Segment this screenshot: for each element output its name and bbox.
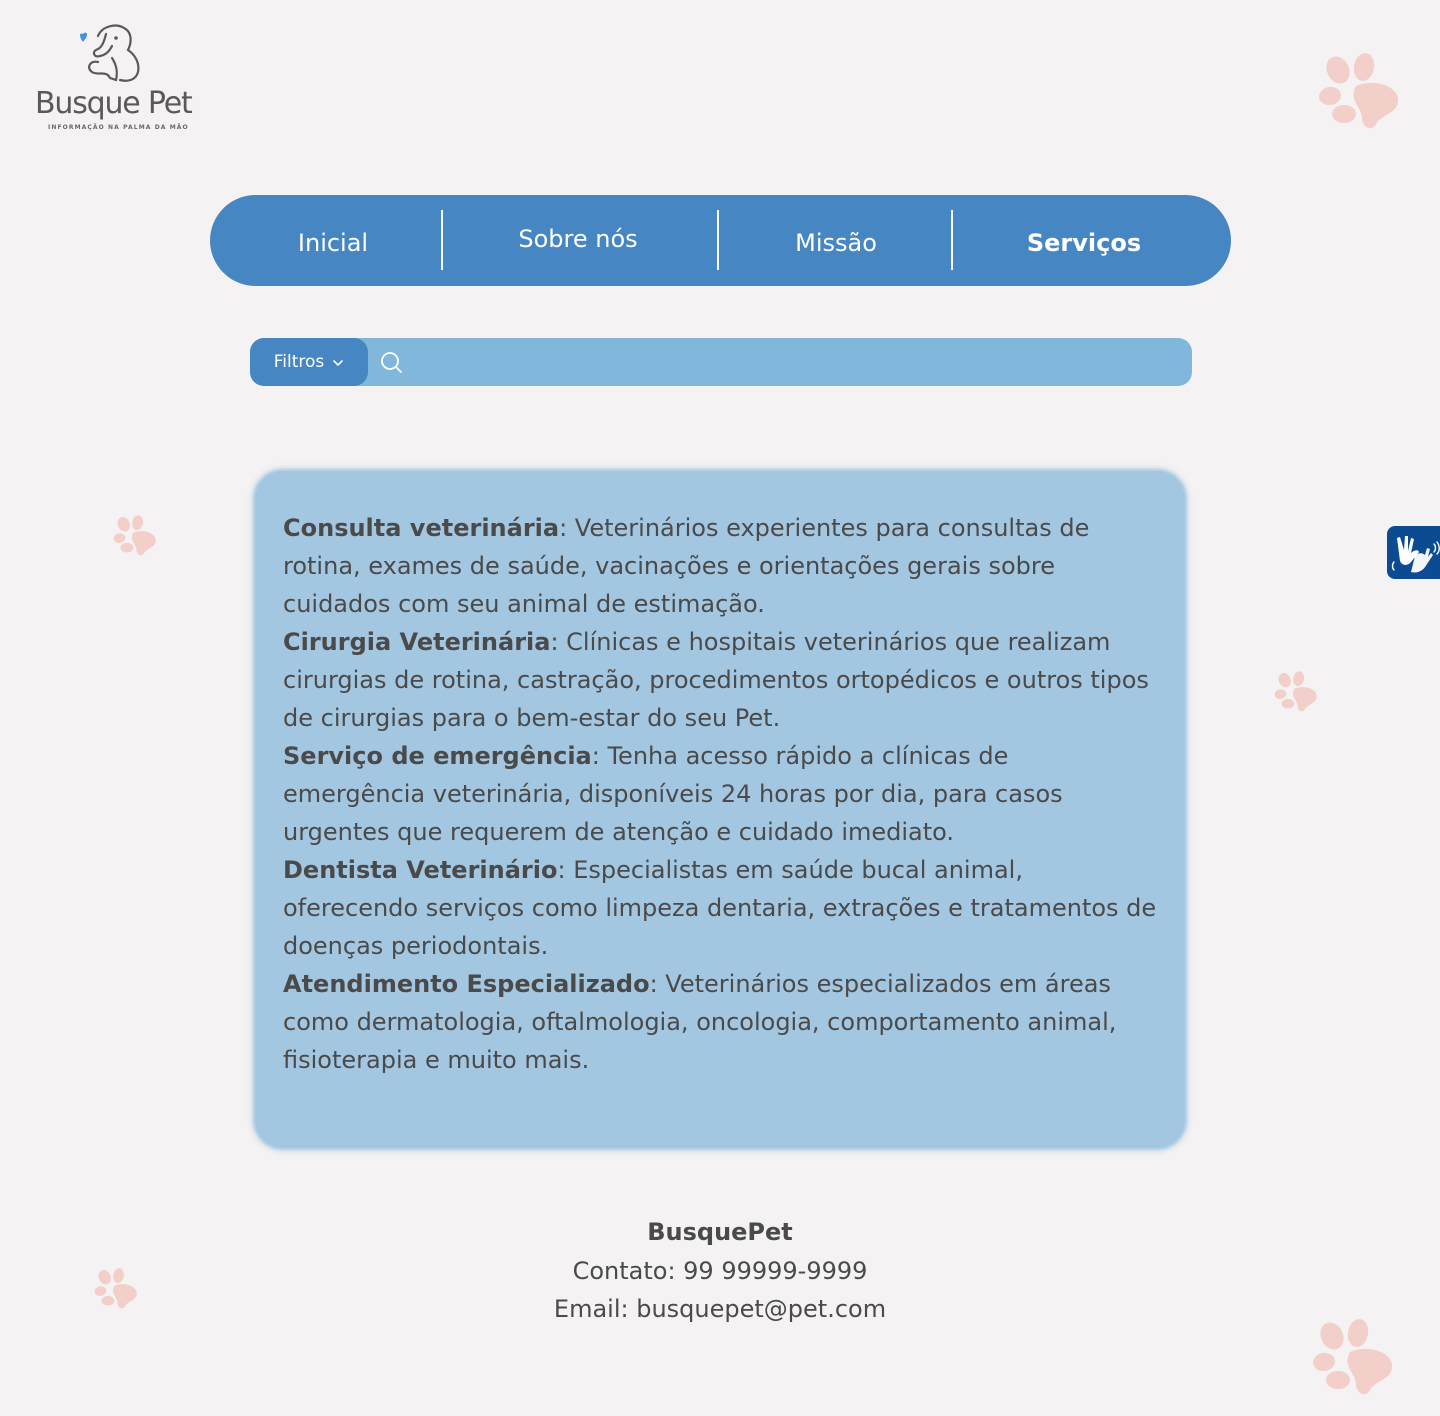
nav-item-sobre-nos[interactable]: Sobre nós: [518, 225, 637, 253]
sign-language-icon: [1391, 536, 1440, 573]
service-item: Cirurgia Veterinária: Clínicas e hospita…: [283, 623, 1157, 737]
footer-brand: BusquePet: [647, 1218, 793, 1246]
logo-tagline: INFORMAÇÃO NA PALMA DA MÃO: [48, 124, 189, 131]
sign-language-accessibility-button[interactable]: [1387, 526, 1440, 579]
nav-item-missao[interactable]: Missão: [795, 229, 877, 257]
chevron-down-icon: [333, 360, 344, 367]
footer-contact: Contato: 99 99999-9999: [572, 1257, 868, 1285]
service-title: Cirurgia Veterinária: [283, 628, 551, 656]
nav-divider: [951, 210, 953, 270]
paw-icon: [1274, 671, 1317, 712]
logo-name: Busque Pet: [35, 86, 193, 121]
paw-icon: [1319, 53, 1399, 129]
dog-cat-logo-icon: [80, 24, 140, 82]
nav-item-inicial[interactable]: Inicial: [298, 229, 368, 257]
nav-divider: [717, 210, 719, 270]
logo[interactable]: Busque Pet INFORMAÇÃO NA PALMA DA MÃO: [34, 20, 193, 136]
search-icon[interactable]: [380, 351, 404, 375]
nav-item-servicos[interactable]: Serviços: [1027, 229, 1141, 257]
services-card: Consulta veterinária: Veterinários exper…: [253, 469, 1187, 1150]
service-title: Atendimento Especializado: [283, 970, 650, 998]
service-title: Serviço de emergência: [283, 742, 592, 770]
paw-icon: [1313, 1319, 1393, 1395]
service-title: Consulta veterinária: [283, 514, 560, 542]
service-item: Atendimento Especializado: Veterinários …: [283, 965, 1157, 1079]
service-title: Dentista Veterinário: [283, 856, 558, 884]
footer-email: Email: busquepet@pet.com: [553, 1295, 887, 1323]
filters-label: Filtros: [273, 352, 325, 372]
search-input[interactable]: [410, 346, 1174, 380]
paw-icon: [113, 515, 156, 556]
service-item: Serviço de emergência: Tenha acesso rápi…: [283, 737, 1157, 851]
service-item: Dentista Veterinário: Especialistas em s…: [283, 851, 1157, 965]
search-bar: Filtros: [250, 338, 1192, 386]
service-item: Consulta veterinária: Veterinários exper…: [283, 509, 1157, 623]
filters-dropdown-button[interactable]: Filtros: [250, 338, 368, 386]
nav-divider: [441, 210, 443, 270]
main-nav: Inicial Sobre nós Missão Serviços: [210, 195, 1231, 286]
